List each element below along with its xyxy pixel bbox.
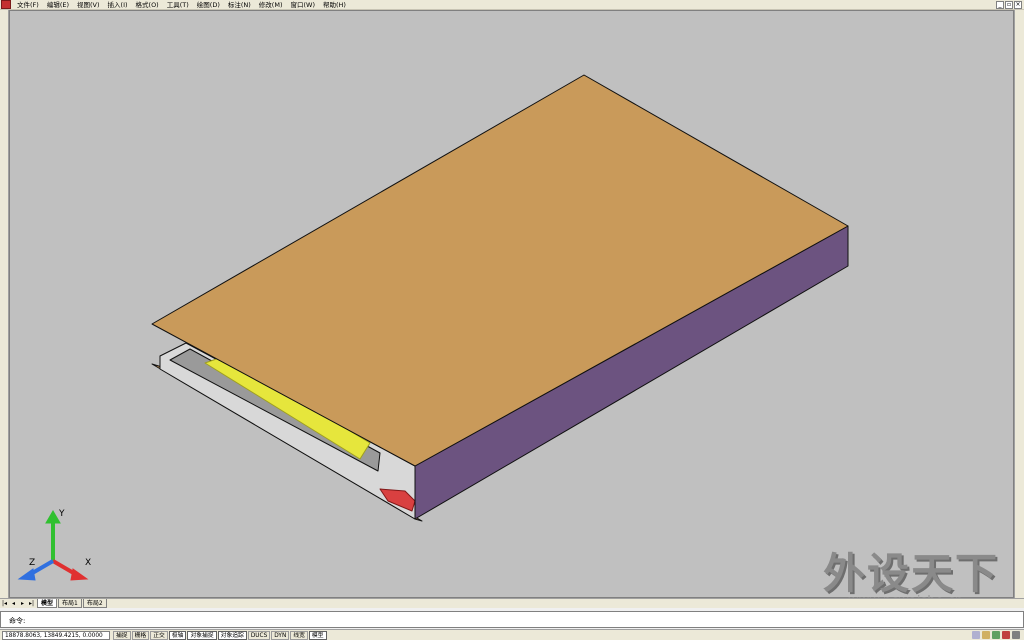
ucs-x-arrow-icon (70, 568, 89, 581)
watermark-title: 外设天下 (823, 549, 1000, 598)
ucs-z-label: Z (29, 558, 35, 568)
tab-layout1[interactable]: 布局1 (58, 599, 82, 608)
left-scrollbar[interactable] (0, 10, 9, 598)
ucs-icon: Y X Z (17, 509, 91, 581)
menu-edit[interactable]: 编辑(E) (43, 0, 73, 10)
sign-icon[interactable] (1002, 631, 1010, 639)
chevron-down-icon[interactable] (1012, 631, 1020, 639)
security-icon[interactable] (992, 631, 1000, 639)
status-osnap-button[interactable]: 对象捕捉 (187, 630, 217, 640)
autocad-app-icon[interactable] (1, 0, 11, 9)
status-otrack-button[interactable]: 对象追踪 (217, 630, 247, 640)
status-ducs-button[interactable]: DUCS (247, 630, 271, 640)
drawing-viewport[interactable]: Y X Z (9, 10, 1014, 598)
menu-insert[interactable]: 插入(I) (104, 0, 132, 10)
status-polar-button[interactable]: 极轴 (168, 630, 187, 640)
menu-help[interactable]: 帮助(H) (319, 0, 350, 10)
command-prompt: 命令: (9, 617, 26, 625)
command-line[interactable]: 命令: (0, 611, 1024, 628)
status-ortho-button[interactable]: 正交 (150, 630, 168, 640)
tab-last-button[interactable]: ▸| (27, 600, 36, 608)
layout-tab-row: |◂ ◂ ▸ ▸| 模型 布局1 布局2 (0, 598, 1024, 608)
status-tray (972, 631, 1020, 639)
menu-tools[interactable]: 工具(T) (163, 0, 193, 10)
ucs-y-label: Y (58, 509, 65, 519)
tab-next-button[interactable]: ▸ (18, 600, 27, 608)
minimize-button[interactable]: _ (996, 0, 1004, 9)
menu-file[interactable]: 文件(F) (13, 0, 43, 10)
coordinate-readout[interactable]: 18878.8063, 13849.4215, 0.0000 (2, 630, 110, 640)
ucs-x-label: X (85, 558, 91, 568)
menu-view[interactable]: 视图(V) (73, 0, 104, 10)
lock-icon[interactable] (982, 631, 990, 639)
status-dyn-button[interactable]: DYN (271, 630, 290, 640)
status-bar: 18878.8063, 13849.4215, 0.0000 捕捉 栅格 正交 … (0, 629, 1024, 640)
status-model-button[interactable]: 模型 (308, 630, 327, 640)
3d-model-canvas (151, 74, 849, 522)
drawing-window-controls: _ ▫ × (996, 0, 1022, 9)
tab-prev-button[interactable]: ◂ (9, 600, 18, 608)
menu-format[interactable]: 格式(O) (132, 0, 163, 10)
menu-modify[interactable]: 修改(M) (255, 0, 287, 10)
tab-model[interactable]: 模型 (37, 599, 58, 608)
status-snap-button[interactable]: 捕捉 (113, 630, 131, 640)
tab-layout2[interactable]: 布局2 (82, 599, 107, 608)
close-button[interactable]: × (1014, 0, 1022, 9)
restore-button[interactable]: ▫ (1005, 0, 1013, 9)
ucs-y-arrow-icon (45, 510, 61, 524)
tab-first-button[interactable]: |◂ (0, 600, 9, 608)
watermark: 外设天下 www.pcwaishe.cn (823, 540, 1013, 620)
menu-dimension[interactable]: 标注(N) (224, 0, 255, 10)
menu-bar: 文件(F) 编辑(E) 视图(V) 插入(I) 格式(O) 工具(T) 绘图(D… (0, 0, 1024, 10)
status-lineweight-button[interactable]: 线宽 (290, 630, 308, 640)
right-scrollbar[interactable] (1014, 10, 1024, 598)
menu-window[interactable]: 窗口(W) (286, 0, 319, 10)
status-grid-button[interactable]: 栅格 (131, 630, 150, 640)
menu-draw[interactable]: 绘图(D) (193, 0, 224, 10)
ucs-z-arrow-icon (17, 568, 36, 581)
communication-center-icon[interactable] (972, 631, 980, 639)
